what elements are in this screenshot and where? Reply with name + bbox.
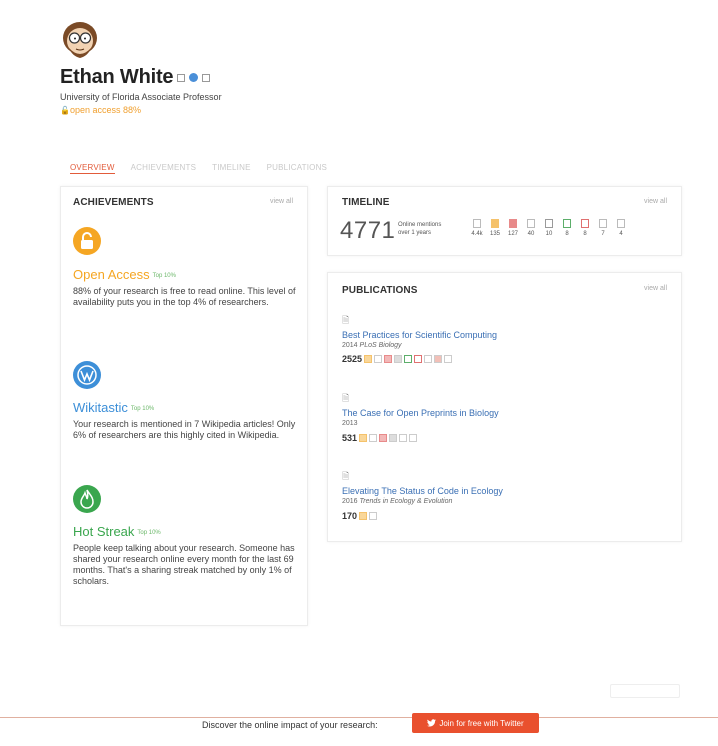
- source-icon: [563, 219, 571, 228]
- source-stat[interactable]: 8: [560, 219, 574, 237]
- source-stat[interactable]: 7: [596, 219, 610, 237]
- publication-score[interactable]: 2525: [342, 354, 453, 364]
- achievement-name[interactable]: Open Access Top 10%: [73, 267, 176, 282]
- open-access-achievement-icon: [73, 227, 101, 255]
- source-icon: [545, 219, 553, 228]
- open-access-badge[interactable]: 🔓open access 88%: [60, 105, 141, 115]
- source-stat[interactable]: 4: [614, 219, 628, 237]
- tab-overview[interactable]: OVERVIEW: [70, 163, 115, 174]
- achievement-badge: Top 10%: [152, 272, 176, 279]
- orcid-icon[interactable]: [189, 73, 199, 82]
- source-count: 7: [601, 231, 605, 237]
- source-icon: [509, 219, 517, 228]
- join-twitter-button[interactable]: Join for free with Twitter: [412, 713, 539, 733]
- timeline-view-all[interactable]: view all: [644, 198, 667, 205]
- achievement-description: 88% of your research is free to read onl…: [73, 286, 296, 307]
- publication-venue: 2013: [342, 420, 358, 427]
- achievement-badge: Top 10%: [137, 529, 161, 536]
- source-stat[interactable]: 40: [524, 219, 538, 237]
- publication-title[interactable]: Best Practices for Scientific Computing: [342, 330, 497, 340]
- source-icon: [473, 219, 481, 228]
- achievements-title: ACHIEVEMENTS: [73, 197, 154, 208]
- source-count: 135: [489, 231, 500, 237]
- publications-card: PUBLICATIONS view all 🗎 Best Practices f…: [327, 272, 682, 542]
- source-icon: [617, 219, 625, 228]
- source-stat[interactable]: 8: [578, 219, 592, 237]
- achievements-card: ACHIEVEMENTS view all Open Access Top 10%…: [60, 186, 308, 626]
- wikitastic-achievement-icon: [73, 361, 101, 389]
- source-stats: 4.4k 135 127 40 10 8 8 7 4: [470, 219, 628, 237]
- publication-venue: 2014 PLoS Biology: [342, 342, 402, 349]
- link-icon[interactable]: [202, 73, 211, 82]
- join-twitter-label: Join for free with Twitter: [439, 718, 524, 728]
- source-count: 40: [527, 231, 535, 237]
- source-count: 4.4k: [471, 231, 483, 237]
- tab-timeline[interactable]: TIMELINE: [212, 163, 251, 174]
- source-count: 10: [545, 231, 553, 237]
- profile-affiliation: University of Florida Associate Professo…: [60, 92, 222, 102]
- lock-icon: [81, 232, 93, 249]
- flame-icon: [80, 489, 94, 509]
- source-stat[interactable]: 135: [488, 219, 502, 237]
- achievements-view-all[interactable]: view all: [270, 198, 293, 205]
- avatar: [63, 22, 97, 58]
- hot-streak-achievement-icon: [73, 485, 101, 513]
- publication-venue: 2016 Trends in Ecology & Evolution: [342, 498, 453, 505]
- source-count: 127: [507, 231, 518, 237]
- publication-score[interactable]: 531: [342, 433, 418, 443]
- document-icon: 🗎: [342, 471, 350, 481]
- achievement-description: Your research is mentioned in 7 Wikipedi…: [73, 419, 296, 440]
- signup-banner-text: Discover the online impact of your resea…: [202, 720, 378, 730]
- achievement-description: People keep talking about your research.…: [73, 543, 295, 586]
- source-count: 8: [583, 231, 587, 237]
- tab-achievements[interactable]: ACHIEVEMENTS: [131, 163, 197, 174]
- footer-faded-text: [58, 687, 60, 694]
- source-icon: [581, 219, 589, 228]
- mentions-label: Online mentions over 1 years: [398, 222, 442, 236]
- document-icon: 🗎: [342, 393, 350, 403]
- source-stat[interactable]: 10: [542, 219, 556, 237]
- twitter-icon[interactable]: [177, 73, 186, 82]
- achievement-badge: Top 10%: [130, 405, 155, 412]
- profile-header: Ethan White: [60, 66, 211, 89]
- publications-view-all[interactable]: view all: [644, 285, 667, 292]
- publication-title[interactable]: Elevating The Status of Code in Ecology: [342, 486, 503, 496]
- source-stat[interactable]: 127: [506, 219, 520, 237]
- source-icon: [599, 219, 607, 228]
- publications-title: PUBLICATIONS: [342, 285, 418, 296]
- mentions-count: 4771: [340, 217, 396, 244]
- profile-tabs: OVERVIEW ACHIEVEMENTS TIMELINE PUBLICATI…: [70, 163, 327, 174]
- timeline-card: TIMELINE view all 4771 Online mentions o…: [327, 186, 682, 256]
- achievement-name[interactable]: Wikitastic Top 10%: [73, 400, 154, 415]
- timeline-title: TIMELINE: [342, 197, 390, 208]
- publication-title[interactable]: The Case for Open Preprints in Biology: [342, 408, 499, 418]
- source-count: 8: [565, 231, 569, 237]
- source-stat[interactable]: 4.4k: [470, 219, 484, 237]
- lock-icon: 🔓: [60, 106, 70, 115]
- signup-banner-divider: [0, 717, 718, 718]
- tab-publications[interactable]: PUBLICATIONS: [267, 163, 328, 174]
- twitter-icon: [427, 719, 437, 727]
- profile-name: Ethan White: [60, 66, 174, 88]
- source-icon: [491, 219, 499, 228]
- source-icon: [527, 219, 535, 228]
- document-icon: 🗎: [342, 315, 350, 325]
- footer-faded-button: [610, 684, 680, 698]
- wikipedia-icon: [77, 365, 97, 385]
- achievement-name[interactable]: Hot Streak Top 10%: [73, 524, 161, 539]
- publication-score[interactable]: 170: [342, 511, 378, 521]
- source-count: 4: [619, 231, 623, 237]
